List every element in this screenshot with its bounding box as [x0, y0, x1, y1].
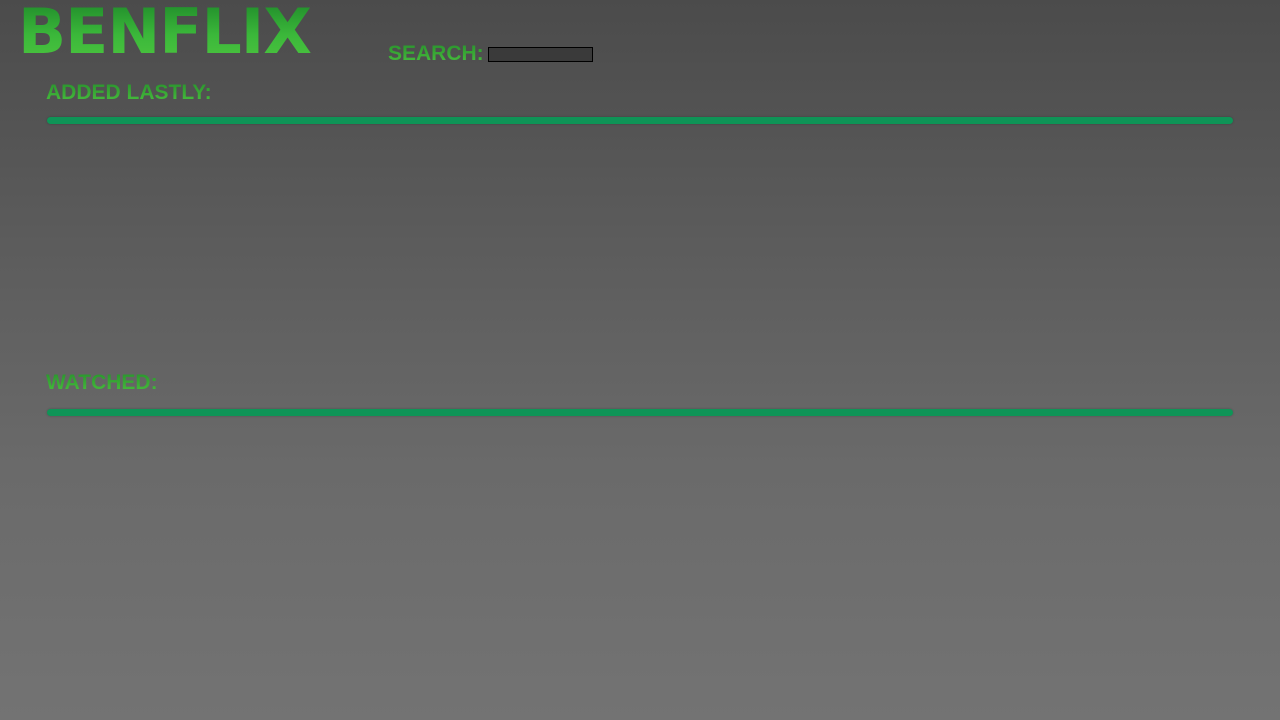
added-lastly-list	[47, 130, 1233, 360]
search-label: SEARCH:	[388, 42, 484, 65]
section-divider	[47, 117, 1233, 124]
section-title-added-lastly: ADDED LASTLY:	[46, 81, 212, 104]
benflix-logo[interactable]: BENFLIX	[18, 0, 312, 64]
section-divider	[47, 409, 1233, 416]
section-title-watched: WATCHED:	[46, 371, 158, 394]
search-bar: SEARCH:	[388, 42, 593, 66]
search-input[interactable]	[487, 46, 593, 62]
watched-list	[47, 422, 1233, 702]
